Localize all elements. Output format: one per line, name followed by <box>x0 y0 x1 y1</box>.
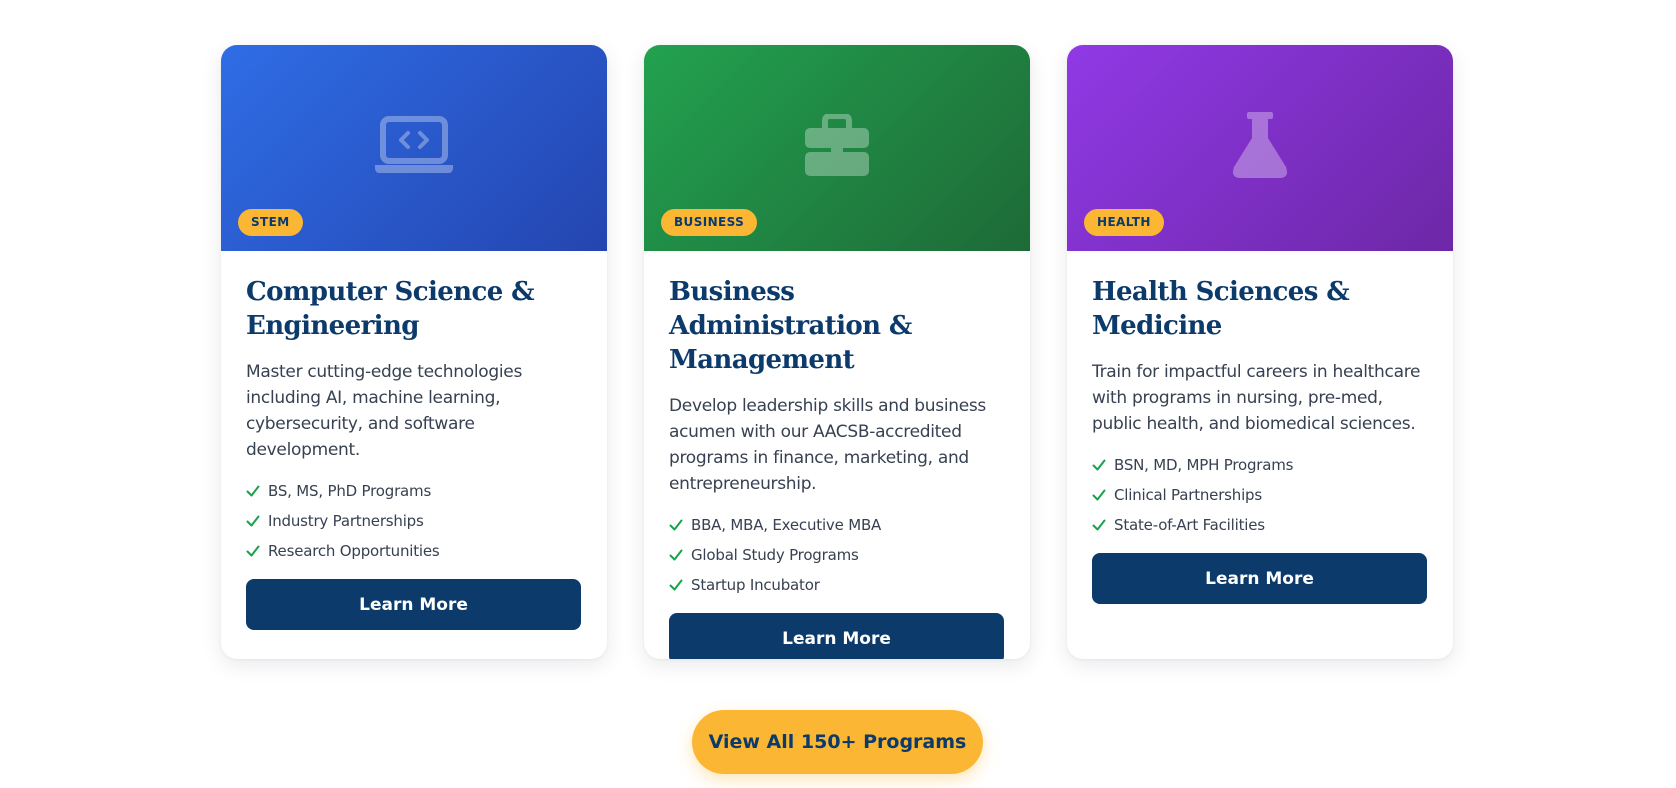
feature-item: Research Opportunities <box>246 536 582 566</box>
program-card-computer-science: STEM Computer Science & Engineering Mast… <box>221 45 607 659</box>
card-body: Computer Science & Engineering Master cu… <box>221 251 607 630</box>
learn-more-button[interactable]: Learn More <box>1092 553 1427 604</box>
feature-label: Global Study Programs <box>691 546 859 564</box>
feature-list: BS, MS, PhD Programs Industry Partnershi… <box>246 476 582 566</box>
card-title: Business Administration & Management <box>669 277 912 375</box>
feature-item: Global Study Programs <box>669 540 1005 570</box>
feature-label: Research Opportunities <box>268 542 440 560</box>
card-body: Business Administration & Management Dev… <box>644 251 1030 659</box>
feature-item: State-of-Art Facilities <box>1092 510 1428 540</box>
card-description: Master cutting-edge technologies includi… <box>246 362 523 460</box>
feature-item: BBA, MBA, Executive MBA <box>669 510 1005 540</box>
program-card-business: BUSINESS Business Administration & Manag… <box>644 45 1030 659</box>
card-description: Train for impactful careers in healthcar… <box>1092 362 1421 434</box>
feature-item: Clinical Partnerships <box>1092 480 1428 510</box>
card-description: Develop leadership skills and business a… <box>669 396 986 494</box>
learn-more-button[interactable]: Learn More <box>669 613 1004 659</box>
check-icon <box>1092 459 1106 471</box>
check-icon <box>246 515 260 527</box>
view-all-programs-button[interactable]: View All 150+ Programs <box>692 710 983 774</box>
feature-label: State-of-Art Facilities <box>1114 516 1265 534</box>
card-body: Health Sciences & Medicine Train for imp… <box>1067 251 1453 604</box>
feature-label: Clinical Partnerships <box>1114 486 1262 504</box>
feature-item: Startup Incubator <box>669 570 1005 600</box>
category-badge: HEALTH <box>1084 209 1164 236</box>
flask-icon <box>1232 112 1288 178</box>
programs-section: STEM Computer Science & Engineering Mast… <box>0 0 1676 788</box>
check-icon <box>246 545 260 557</box>
feature-list: BSN, MD, MPH Programs Clinical Partnersh… <box>1092 450 1428 540</box>
check-icon <box>669 549 683 561</box>
check-icon <box>246 485 260 497</box>
learn-more-button[interactable]: Learn More <box>246 579 581 630</box>
card-hero: BUSINESS <box>644 45 1030 251</box>
check-icon <box>669 519 683 531</box>
feature-label: Startup Incubator <box>691 576 820 594</box>
check-icon <box>1092 519 1106 531</box>
card-hero: HEALTH <box>1067 45 1453 251</box>
laptop-code-icon <box>375 116 453 173</box>
check-icon <box>669 579 683 591</box>
program-cards: STEM Computer Science & Engineering Mast… <box>221 45 1453 659</box>
feature-item: Industry Partnerships <box>246 506 582 536</box>
feature-item: BS, MS, PhD Programs <box>246 476 582 506</box>
program-card-health: HEALTH Health Sciences & Medicine Train … <box>1067 45 1453 659</box>
feature-label: BBA, MBA, Executive MBA <box>691 516 882 534</box>
card-hero: STEM <box>221 45 607 251</box>
feature-label: Industry Partnerships <box>268 512 424 530</box>
feature-item: BSN, MD, MPH Programs <box>1092 450 1428 480</box>
briefcase-icon <box>805 114 869 176</box>
feature-list: BBA, MBA, Executive MBA Global Study Pro… <box>669 510 1005 600</box>
check-icon <box>1092 489 1106 501</box>
feature-label: BS, MS, PhD Programs <box>268 482 432 500</box>
category-badge: STEM <box>238 209 303 236</box>
card-title: Health Sciences & Medicine <box>1092 277 1350 341</box>
feature-label: BSN, MD, MPH Programs <box>1114 456 1294 474</box>
card-title: Computer Science & Engineering <box>246 277 535 341</box>
category-badge: BUSINESS <box>661 209 758 236</box>
